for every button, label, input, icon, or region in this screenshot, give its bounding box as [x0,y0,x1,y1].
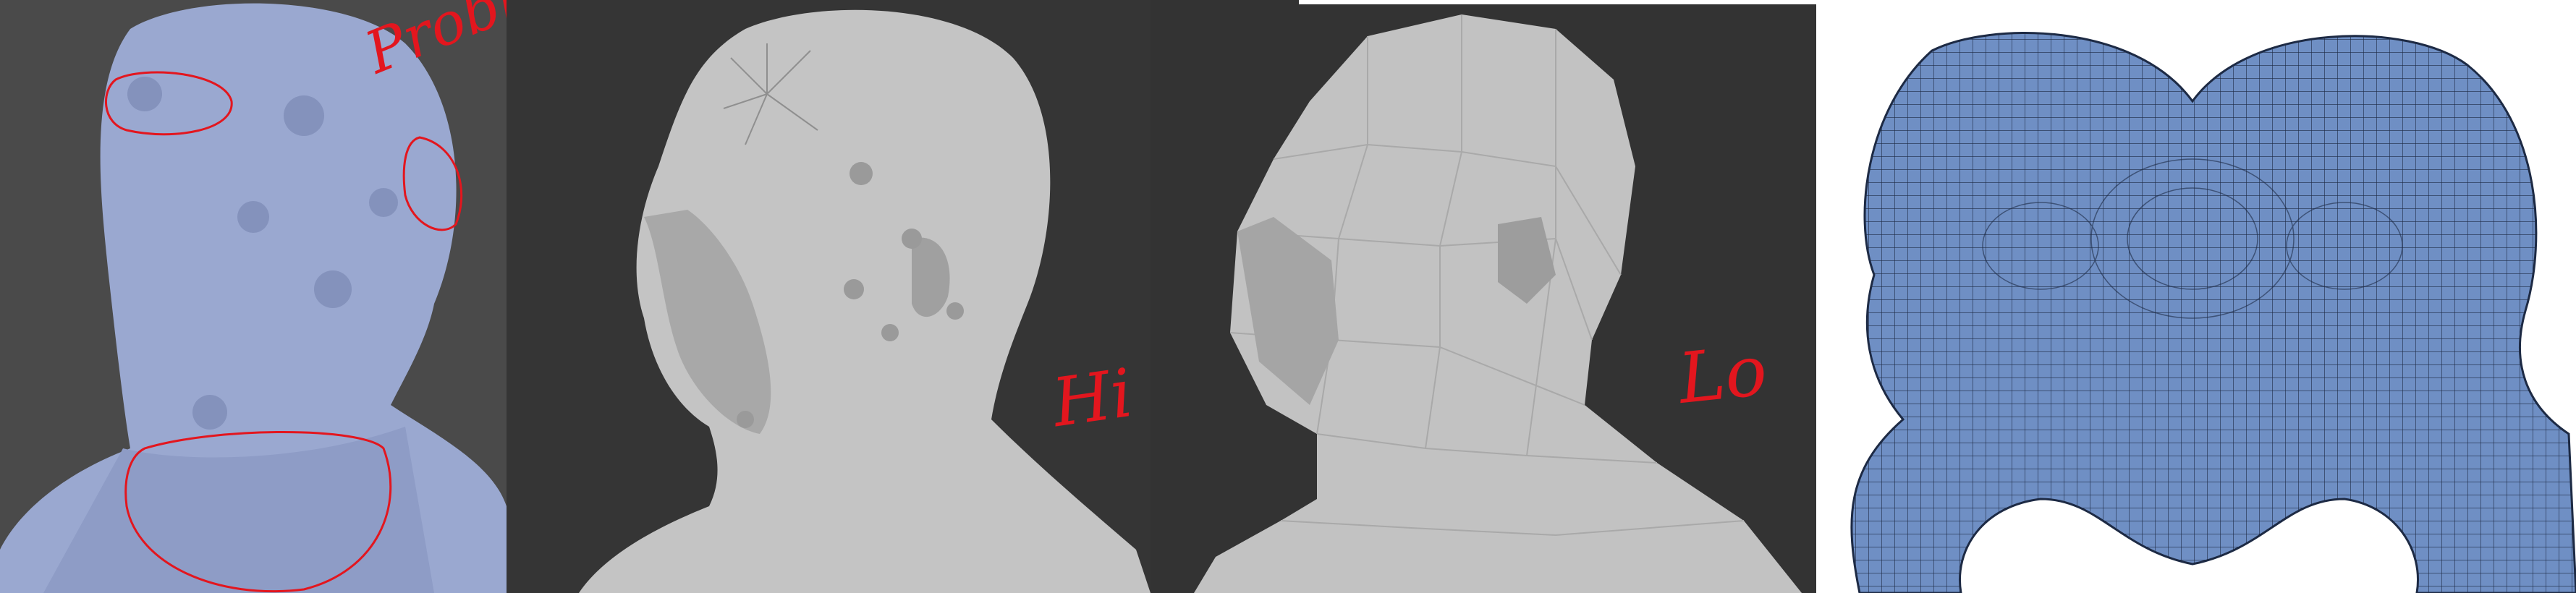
baked-head-render [0,0,507,593]
hi-annotation: Hi [1048,354,1137,443]
low-poly-viewport [1151,0,1816,593]
baked-result-viewport: Problem [0,0,507,593]
high-poly-head-render [507,0,1151,593]
lo-annotation: Lo [1674,329,1771,420]
high-poly-viewport [507,0,1151,593]
top-divider-bar-right [1849,6,1907,9]
uv-layout-viewport [1816,0,2576,593]
low-poly-head-render [1151,0,1816,593]
top-divider-bar-left [1299,0,1972,4]
uv-shell-render [1816,0,2576,593]
